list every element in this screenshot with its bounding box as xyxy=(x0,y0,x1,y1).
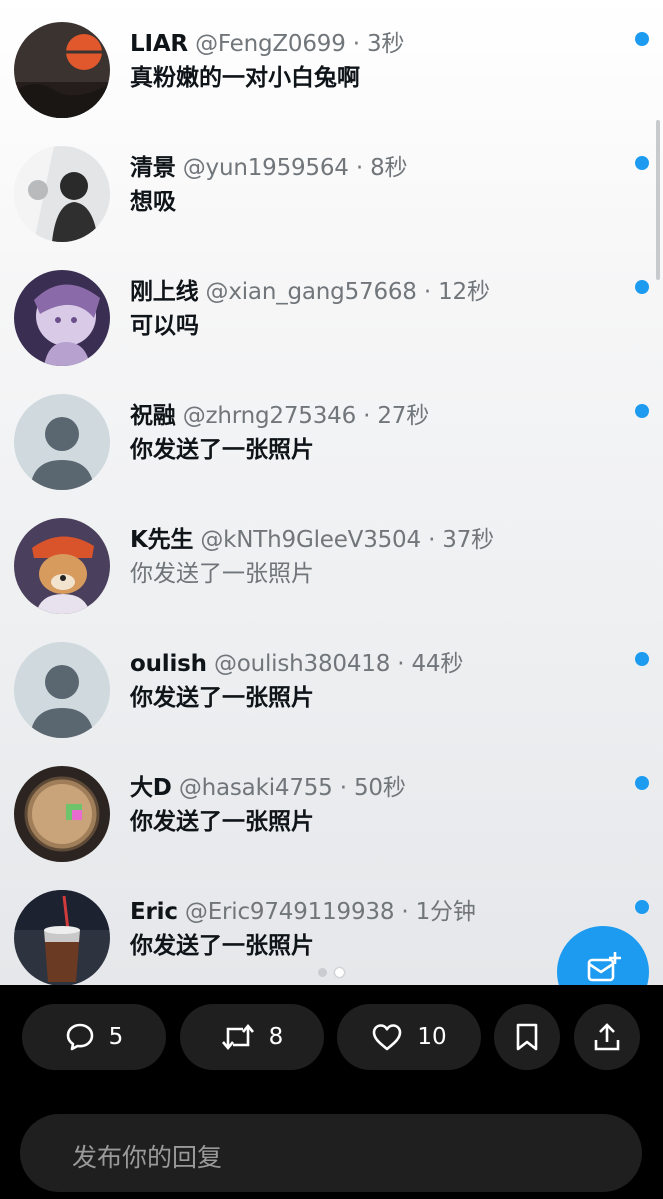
message-preview: 你发送了一张照片 xyxy=(130,933,314,959)
default-avatar xyxy=(14,642,110,738)
timestamp: · 50秒 xyxy=(339,775,406,801)
timestamp: · 27秒 xyxy=(363,403,430,429)
conversation-item[interactable]: oulish @oulish380418 · 44秒你发送了一张照片 xyxy=(0,620,663,744)
avatar[interactable] xyxy=(14,22,110,118)
message-preview: 你发送了一张照片 xyxy=(130,809,314,835)
conversation-header: 祝融 @zhrng275346 · 27秒 xyxy=(130,396,623,430)
dog-avatar xyxy=(14,518,110,614)
user-handle: @oulish380418 xyxy=(213,651,391,677)
user-handle: @kNTh9GleeV3504 xyxy=(200,527,421,553)
user-handle: @zhrng275346 xyxy=(182,403,357,429)
conversation-header: LIAR @FengZ0699 · 3秒 xyxy=(130,24,623,58)
user-handle: @Eric9749119938 xyxy=(184,899,395,925)
unread-indicator xyxy=(635,404,649,418)
timestamp: · 44秒 xyxy=(397,651,464,677)
message-preview: 想吸 xyxy=(130,189,176,215)
avatar[interactable] xyxy=(14,270,110,366)
reply-count: 5 xyxy=(108,1024,124,1050)
avatar[interactable] xyxy=(14,146,110,242)
timestamp: · 1分钟 xyxy=(401,899,476,925)
conversation-item[interactable]: 清景 @yun1959564 · 8秒想吸 xyxy=(0,124,663,248)
pager-dot-active[interactable] xyxy=(335,968,344,977)
avatar[interactable] xyxy=(14,890,110,985)
new-message-icon xyxy=(587,952,621,982)
conversation-header: Eric @Eric9749119938 · 1分钟 xyxy=(130,892,623,926)
timestamp: · 37秒 xyxy=(428,527,494,553)
unread-indicator xyxy=(635,776,649,790)
unread-indicator xyxy=(635,900,649,914)
user-handle: @yun1959564 xyxy=(182,155,349,181)
unread-indicator xyxy=(635,280,649,294)
repost-icon xyxy=(221,1023,254,1051)
avatar[interactable] xyxy=(14,394,110,490)
conversation-header: 刚上线 @xian_gang57668 · 12秒 xyxy=(130,272,623,306)
user-handle: @hasaki4755 xyxy=(178,775,333,801)
reply-input[interactable]: 发布你的回复 xyxy=(20,1114,642,1192)
message-preview: 你发送了一张照片 xyxy=(130,685,314,711)
reply-placeholder: 发布你的回复 xyxy=(72,1143,223,1172)
like-button[interactable]: 10 xyxy=(337,1004,481,1070)
conversation-item[interactable]: 刚上线 @xian_gang57668 · 12秒可以吗 xyxy=(0,248,663,372)
reply-button[interactable]: 5 xyxy=(22,1004,166,1070)
heart-icon xyxy=(373,1024,402,1051)
timestamp: · 3秒 xyxy=(352,31,405,57)
unread-indicator xyxy=(635,156,649,170)
conversation-item[interactable]: K先生 @kNTh9GleeV3504 · 37秒你发送了一张照片 xyxy=(0,496,663,620)
sunset-avatar xyxy=(14,22,110,118)
bookmark-button[interactable] xyxy=(494,1004,560,1070)
avatar[interactable] xyxy=(14,642,110,738)
timestamp: · 8秒 xyxy=(355,155,408,181)
pager-dot[interactable] xyxy=(318,968,327,977)
avatar[interactable] xyxy=(14,518,110,614)
message-preview: 你发送了一张照片 xyxy=(130,437,314,463)
display-name: 祝融 xyxy=(130,403,176,429)
share-button[interactable] xyxy=(574,1004,640,1070)
display-name: oulish xyxy=(130,651,207,677)
unread-indicator xyxy=(635,652,649,666)
anime-avatar xyxy=(14,270,110,366)
conversation-item[interactable]: 祝融 @zhrng275346 · 27秒你发送了一张照片 xyxy=(0,372,663,496)
conversation-header: 清景 @yun1959564 · 8秒 xyxy=(130,148,623,182)
display-name: 大D xyxy=(130,775,172,801)
user-handle: @FengZ0699 xyxy=(195,31,346,57)
display-name: 清景 xyxy=(130,155,176,181)
user-handle: @xian_gang57668 xyxy=(205,279,417,305)
default-avatar xyxy=(14,394,110,490)
person-shadow-avatar xyxy=(14,146,110,242)
bookmark-icon xyxy=(516,1023,538,1051)
like-count: 10 xyxy=(417,1024,447,1050)
repost-count: 8 xyxy=(268,1024,284,1050)
timestamp: · 12秒 xyxy=(423,279,490,305)
comment-icon xyxy=(66,1023,93,1051)
unread-indicator xyxy=(635,32,649,46)
message-preview: 你发送了一张照片 xyxy=(130,561,314,587)
conversation-item[interactable]: 大D @hasaki4755 · 50秒 你发送了一张照片 xyxy=(0,744,663,868)
conversation-header: oulish @oulish380418 · 44秒 xyxy=(130,644,623,678)
drink-avatar xyxy=(14,890,110,985)
conversation-item[interactable]: LIAR @FengZ0699 · 3秒真粉嫩的一对小白兔啊 xyxy=(0,0,663,124)
display-name: 刚上线 xyxy=(130,279,199,305)
coin-avatar xyxy=(14,766,110,862)
conversation-header: K先生 @kNTh9GleeV3504 · 37秒 xyxy=(130,520,623,554)
message-preview: 可以吗 xyxy=(130,313,199,339)
share-icon xyxy=(594,1023,620,1051)
display-name: Eric xyxy=(130,899,178,925)
image-pager xyxy=(318,968,344,977)
dm-screenshot: LIAR @FengZ0699 · 3秒 真粉嫩的一对小白兔啊 清景 @yun195… xyxy=(0,0,663,985)
message-preview: 真粉嫩的一对小白兔啊 xyxy=(130,65,360,91)
conversation-header: 大D @hasaki4755 · 50秒 xyxy=(130,768,623,802)
display-name: LIAR xyxy=(130,31,188,57)
avatar[interactable] xyxy=(14,766,110,862)
repost-button[interactable]: 8 xyxy=(180,1004,324,1070)
display-name: K先生 xyxy=(130,527,194,553)
post-action-bar: 5 8 10 xyxy=(0,1004,663,1072)
